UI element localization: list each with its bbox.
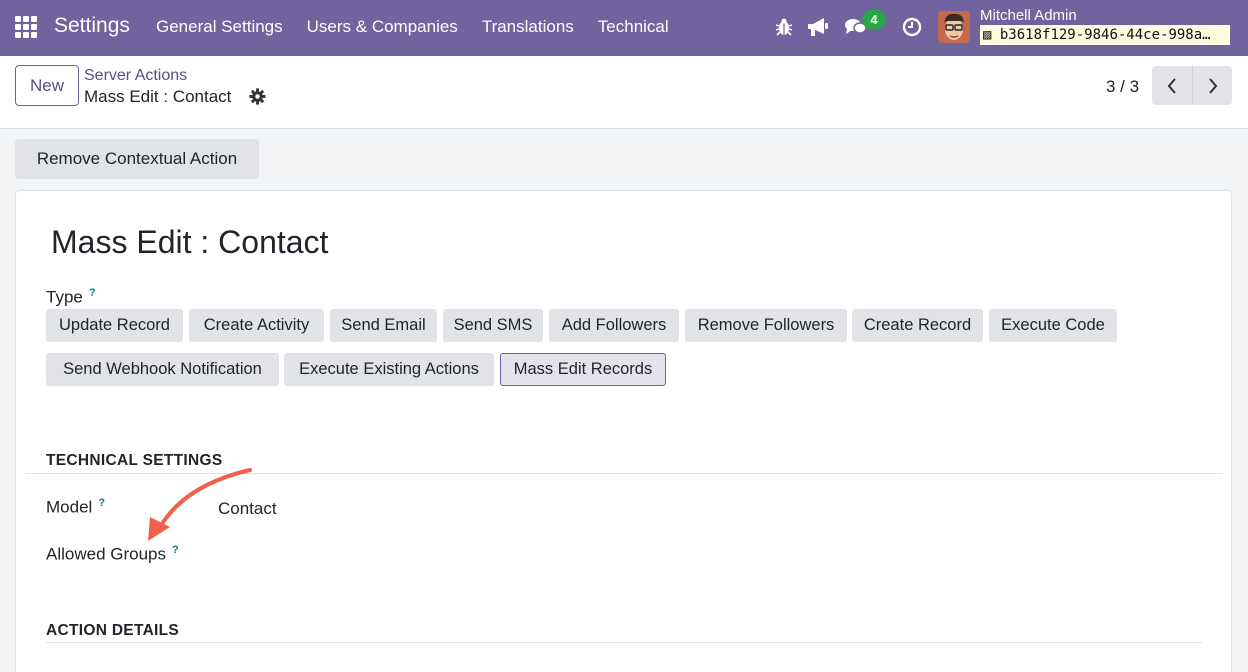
database-name-text: b3618f129-9846-44ce-998a…	[999, 27, 1211, 43]
main-menu: General Settings Users & Companies Trans…	[156, 17, 693, 37]
type-option-create-activity[interactable]: Create Activity	[189, 309, 324, 342]
type-label-text: Type	[46, 287, 83, 307]
model-label-text: Model	[46, 497, 93, 517]
menu-users-companies[interactable]: Users & Companies	[307, 17, 458, 37]
messages-count-badge: 4	[862, 10, 886, 29]
type-option-send-email[interactable]: Send Email	[330, 309, 437, 342]
breadcrumb-server-actions[interactable]: Server Actions	[84, 67, 187, 85]
new-button[interactable]: New	[15, 65, 79, 106]
app-menu-grid-icon[interactable]	[15, 16, 37, 38]
chevron-right-icon	[1208, 77, 1217, 94]
gear-icon[interactable]	[249, 88, 266, 105]
type-option-send-webhook-notification[interactable]: Send Webhook Notification	[46, 353, 279, 386]
user-avatar[interactable]	[938, 11, 970, 43]
menu-technical[interactable]: Technical	[598, 17, 669, 37]
annotation-arrow-icon	[148, 468, 252, 541]
type-option-mass-edit-records[interactable]: Mass Edit Records	[500, 353, 666, 386]
type-option-remove-followers[interactable]: Remove Followers	[685, 309, 847, 342]
type-help-icon[interactable]: ?	[89, 287, 96, 299]
section-action-details: ACTION DETAILS	[46, 622, 180, 639]
menu-translations[interactable]: Translations	[482, 17, 574, 37]
app-title[interactable]: Settings	[54, 14, 130, 38]
remove-contextual-action-button[interactable]: Remove Contextual Action	[15, 139, 259, 179]
pager-previous-button[interactable]	[1152, 66, 1192, 105]
section-divider	[46, 642, 1202, 643]
pager-next-button[interactable]	[1192, 66, 1232, 105]
chevron-left-icon	[1167, 77, 1176, 94]
announcement-megaphone-icon[interactable]	[806, 16, 830, 38]
type-option-create-record[interactable]: Create Record	[852, 309, 983, 342]
type-field-label: Type?	[46, 287, 96, 308]
activity-clock-icon[interactable]	[902, 17, 922, 37]
type-option-execute-code[interactable]: Execute Code	[989, 309, 1117, 342]
allowed-groups-help-icon[interactable]: ?	[172, 544, 179, 556]
user-name[interactable]: Mitchell Admin	[980, 7, 1077, 24]
model-help-icon[interactable]: ?	[98, 497, 105, 509]
top-navbar: Settings General Settings Users & Compan…	[0, 0, 1248, 56]
type-option-send-sms[interactable]: Send SMS	[443, 309, 543, 342]
database-icon: ▨	[983, 27, 992, 43]
type-option-update-record[interactable]: Update Record	[46, 309, 183, 342]
control-panel: New Server Actions Mass Edit : Contact 3…	[0, 56, 1248, 129]
debug-bug-icon[interactable]	[775, 17, 793, 37]
type-option-add-followers[interactable]: Add Followers	[549, 309, 679, 342]
type-option-execute-existing-actions[interactable]: Execute Existing Actions	[284, 353, 494, 386]
breadcrumb-current-record: Mass Edit : Contact	[84, 87, 232, 106]
menu-general-settings[interactable]: General Settings	[156, 17, 283, 37]
allowed-groups-label-text: Allowed Groups	[46, 544, 167, 564]
database-name: ▨ b3618f129-9846-44ce-998a…	[980, 25, 1230, 45]
pager-value[interactable]: 3 / 3	[1106, 77, 1139, 97]
record-title[interactable]: Mass Edit : Contact	[51, 224, 328, 261]
model-field-label: Model?	[46, 497, 105, 518]
allowed-groups-field-label: Allowed Groups?	[46, 544, 179, 565]
form-sheet: Mass Edit : Contact Type? Update Record …	[15, 190, 1232, 672]
